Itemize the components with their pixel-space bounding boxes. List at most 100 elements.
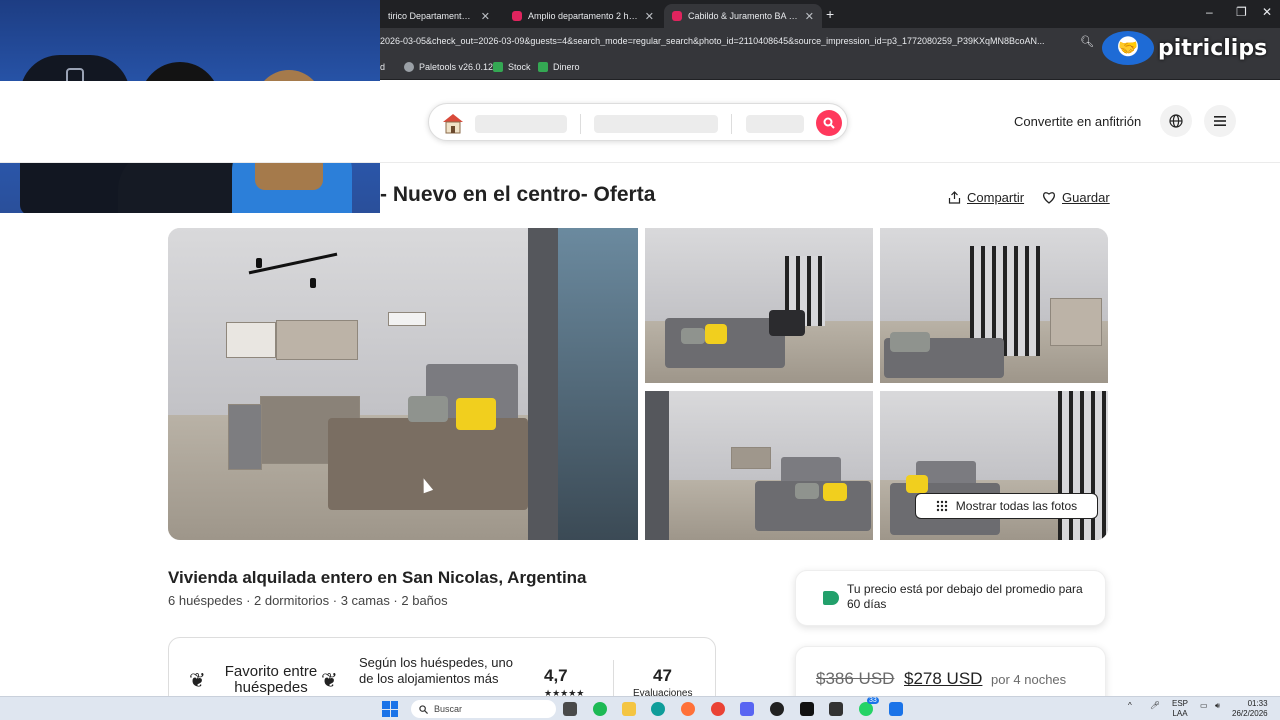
yellow-pillow	[705, 324, 727, 344]
spotlight	[256, 258, 262, 268]
menu-icon	[1214, 116, 1226, 126]
url-field[interactable]: 2026-03-05&check_out=2026-03-09&guests=4…	[380, 36, 1070, 46]
guests-placeholder[interactable]	[746, 115, 804, 133]
close-tab-icon[interactable]: ✕	[805, 10, 814, 23]
grey-pillow	[795, 483, 819, 499]
bookmark-label: Stock	[508, 62, 531, 72]
curtain	[645, 391, 669, 540]
language-indicator[interactable]: ESP LAA	[1172, 699, 1188, 719]
search-button[interactable]	[816, 110, 842, 136]
edge-icon[interactable]	[651, 702, 665, 716]
original-price: $386 USD	[816, 669, 895, 688]
grey-pillow	[890, 332, 930, 352]
search-bar[interactable]	[428, 103, 848, 141]
air-conditioner	[388, 312, 426, 326]
become-host-link[interactable]: Convertite en anfitrión	[1014, 114, 1141, 129]
price-period: por 4 noches	[991, 672, 1067, 687]
browser-tab-active[interactable]: Cabildo & Juramento BA Suite ✕	[664, 4, 822, 28]
listing-details: 6 huéspedes · 2 dormitorios · 3 camas · …	[168, 593, 448, 608]
curtain	[528, 228, 558, 540]
search-icon	[823, 117, 835, 129]
microwave-shelf	[226, 322, 276, 358]
bookmark-item[interactable]: d	[380, 62, 385, 72]
chrome-icon[interactable]	[711, 702, 725, 716]
rating-value: 4,7	[544, 666, 568, 685]
spotify-icon[interactable]	[593, 702, 607, 716]
file-explorer-icon[interactable]	[622, 702, 636, 716]
tab-title: Amplio departamento 2 hab @	[528, 11, 639, 21]
bookmark-item[interactable]: Stock	[493, 62, 531, 72]
taskbar-search-placeholder: Buscar	[434, 704, 463, 714]
bookmark-item[interactable]: Dinero	[538, 62, 580, 72]
obs-icon[interactable]	[770, 702, 784, 716]
dates-placeholder[interactable]	[594, 115, 718, 133]
bookmark-item[interactable]: Paletools v26.0.12	[404, 62, 493, 72]
sheets-icon	[493, 62, 503, 72]
zoom-icon[interactable]: 🔍︎	[1080, 35, 1094, 48]
close-tab-icon[interactable]: ✕	[481, 10, 490, 23]
airbnb-favicon-icon	[512, 11, 522, 21]
bookmark-label: Dinero	[553, 62, 580, 72]
divider	[613, 660, 614, 700]
yellow-pillow	[906, 475, 928, 493]
language-button[interactable]	[1160, 105, 1192, 137]
maximize-icon[interactable]: ❐	[1236, 5, 1247, 19]
notes-icon[interactable]	[889, 702, 903, 716]
price-tag-icon	[823, 591, 839, 605]
network-icon[interactable]: ▭	[1200, 701, 1208, 710]
show-all-photos-button[interactable]: Mostrar todas las fotos	[915, 493, 1098, 519]
location-placeholder[interactable]	[475, 115, 567, 133]
whatsapp-icon[interactable]	[859, 702, 873, 716]
handshake-icon: 🤝	[1102, 31, 1154, 65]
tab-title: Cabildo & Juramento BA Suite	[688, 11, 799, 21]
site-header: Convertite en anfitrión	[0, 81, 1280, 163]
browser-tab[interactable]: Amplio departamento 2 hab @ ✕	[504, 4, 662, 28]
microphone-icon[interactable]: 🎤︎	[1150, 701, 1160, 710]
search-icon	[419, 704, 428, 714]
firefox-icon[interactable]	[681, 702, 695, 716]
clock[interactable]: 01:33 26/2/2026	[1232, 699, 1268, 719]
sheets-icon	[538, 62, 548, 72]
lang-top: ESP	[1172, 699, 1189, 708]
divider	[580, 114, 581, 134]
share-label: Compartir	[967, 190, 1025, 205]
share-icon	[948, 191, 961, 204]
tab-title: tirico Departamento - Depa	[388, 11, 475, 21]
plus-icon[interactable]: +	[826, 6, 834, 22]
bed	[328, 418, 528, 510]
minimize-icon[interactable]: –	[1206, 5, 1213, 19]
yellow-pillow	[823, 483, 847, 501]
kitchen-cabinet	[276, 320, 358, 360]
chevron-up-icon[interactable]: ^	[1128, 701, 1132, 710]
clock-time: 01:33	[1247, 699, 1268, 708]
screen: tirico Departamento - Depa ✕ Amplio depa…	[0, 0, 1280, 720]
gallery-photo[interactable]	[645, 228, 873, 383]
main-photo[interactable]	[168, 228, 638, 540]
save-button[interactable]: Guardar	[1042, 190, 1110, 205]
house-icon	[443, 114, 463, 134]
review-count[interactable]: 47	[653, 666, 672, 686]
tiktok-icon[interactable]	[800, 702, 814, 716]
close-window-icon[interactable]: ✕	[1262, 5, 1272, 19]
browser-tab[interactable]: tirico Departamento - Depa ✕	[380, 4, 498, 28]
discord-icon[interactable]	[740, 702, 754, 716]
task-view-icon[interactable]	[563, 702, 577, 716]
grid-icon	[936, 500, 947, 512]
close-tab-icon[interactable]: ✕	[645, 10, 654, 23]
gallery-photo[interactable]	[645, 391, 873, 540]
discounted-price[interactable]: $278 USD	[904, 669, 982, 689]
share-button[interactable]: Compartir	[948, 190, 1024, 205]
listing-subtitle: Vivienda alquilada entero en San Nicolas…	[168, 568, 587, 587]
armchair	[769, 310, 805, 336]
menu-button[interactable]	[1204, 105, 1236, 137]
capcut-icon[interactable]	[829, 702, 843, 716]
gallery-photo[interactable]	[880, 228, 1108, 383]
taskbar-search[interactable]: Buscar	[411, 700, 556, 718]
guest-favorite-description: Según los huéspedes, uno de los alojamie…	[359, 655, 513, 686]
grey-pillow	[681, 328, 705, 344]
volume-icon[interactable]: 🔊︎	[1215, 701, 1220, 711]
bookmark-label: Paletools v26.0.12	[419, 62, 494, 72]
photo-wall	[645, 228, 873, 321]
windows-start-icon[interactable]	[382, 701, 398, 717]
globe-icon	[404, 62, 414, 72]
